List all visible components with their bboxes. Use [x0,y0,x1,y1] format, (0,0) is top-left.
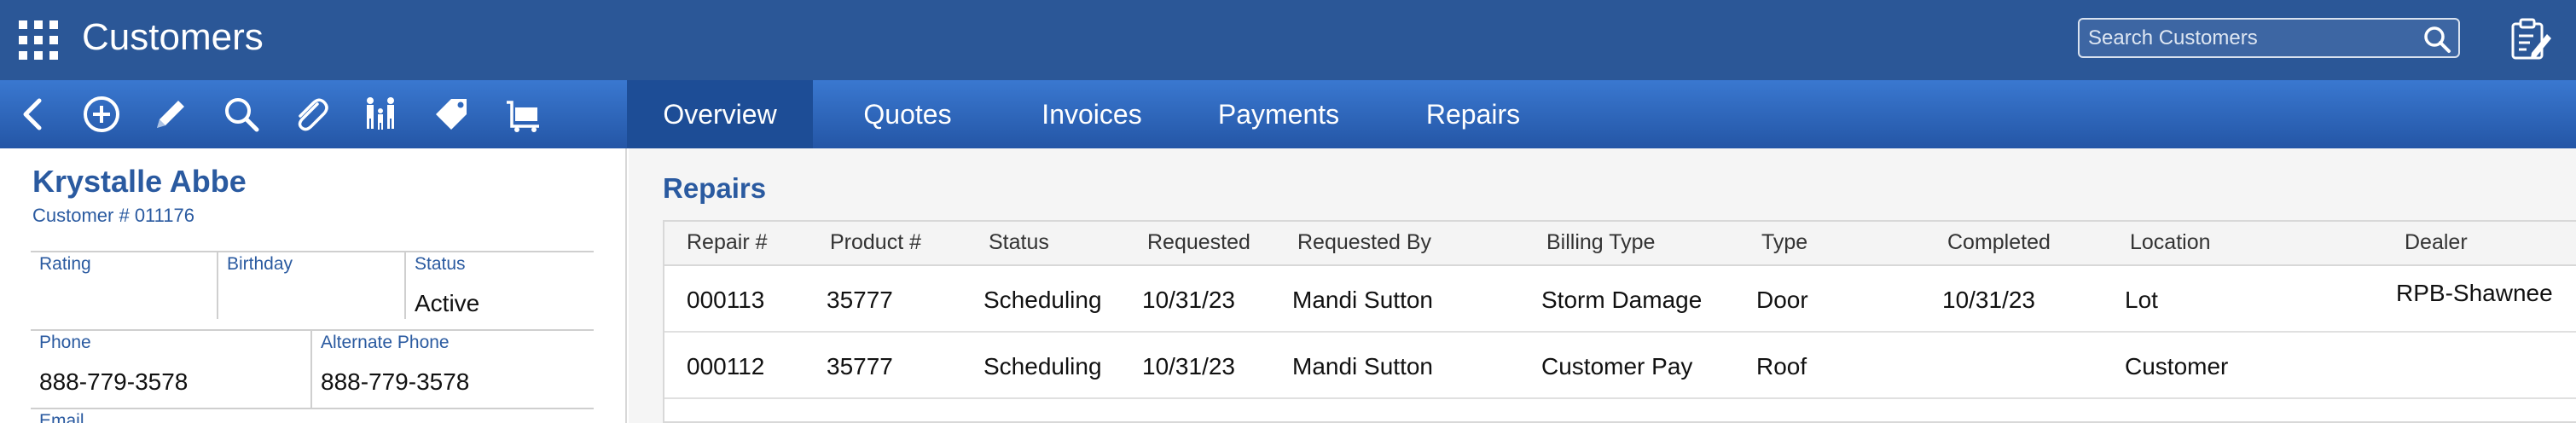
column-header-dealer[interactable]: Dealer [2405,230,2468,255]
app-title: Customers [82,16,264,58]
alternate-phone-label: Alternate Phone [321,333,450,352]
cell-type: Roof [1756,353,1807,380]
alternate-phone-value: 888-779-3578 [321,368,470,395]
tab-bar: Overview Quotes Invoices Payments Repair… [627,80,1570,148]
phone-value: 888-779-3578 [39,368,189,395]
add-circle-icon[interactable] [79,92,124,136]
cell-billing-type: Customer Pay [1541,353,1693,380]
rating-label: Rating [39,254,91,274]
nav-bar: Overview Quotes Invoices Payments Repair… [0,80,2576,148]
customer-profile-panel: Krystalle Abbe Customer # 011176 Rating … [0,148,627,423]
cell-dealer: RPB-Shawnee [2396,280,2553,306]
profile-row-phone: Phone 888-779-3578 Alternate Phone 888-7… [31,329,594,408]
column-header-location[interactable]: Location [2130,230,2211,255]
main-content: Repairs Repair # Product # Status Reques… [629,148,2576,423]
column-header-repair-number[interactable]: Repair # [687,230,768,255]
tab-invoices[interactable]: Invoices [1002,80,1181,148]
family-icon[interactable] [358,92,403,136]
cell-requested: 10/31/23 [1142,353,1235,380]
column-header-status[interactable]: Status [989,230,1049,255]
status-label: Status [415,254,466,274]
cell-location: Customer [2125,353,2229,380]
pencil-icon[interactable] [148,92,193,136]
cell-repair-number: 000113 [687,287,765,313]
cell-type: Door [1756,287,1808,313]
cell-repair-number: 000112 [687,353,765,380]
tab-payments[interactable]: Payments [1181,80,1376,148]
search-box [2078,18,2460,58]
search-icon[interactable] [219,92,264,136]
cell-completed: 10/31/23 [1942,287,2035,313]
table-header: Repair # Product # Status Requested Requ… [664,222,2576,266]
app-header: Customers [0,0,2576,80]
email-label: Email [39,411,84,423]
profile-row-rating: Rating Birthday Status Active [31,251,594,329]
status-value: Active [415,290,480,316]
customer-name: Krystalle Abbe [32,164,247,199]
column-header-requested-by[interactable]: Requested By [1297,230,1431,255]
phone-field[interactable]: Phone 888-779-3578 [31,331,312,409]
table-row[interactable]: 000112 35777 Scheduling 10/31/23 Mandi S… [664,333,2576,399]
customer-number: Customer # 011176 [32,205,194,226]
cell-product-number: 35777 [827,353,893,380]
status-field[interactable]: Status Active [406,252,594,331]
cell-requested: 10/31/23 [1142,287,1235,313]
alternate-phone-field[interactable]: Alternate Phone 888-779-3578 [312,331,594,409]
cell-status: Scheduling [983,353,1102,380]
tag-icon[interactable] [429,92,473,136]
rating-field[interactable]: Rating [31,252,217,331]
birthday-field[interactable]: Birthday [218,252,404,331]
cell-product-number: 35777 [827,287,893,313]
cell-requested-by: Mandi Sutton [1292,353,1433,380]
tab-repairs[interactable]: Repairs [1376,80,1570,148]
phone-label: Phone [39,333,91,352]
grid-icon[interactable] [19,20,58,60]
email-field[interactable]: Email [31,409,594,423]
column-header-requested[interactable]: Requested [1147,230,1250,255]
search-input[interactable] [2088,20,2404,56]
cell-status: Scheduling [983,287,1102,313]
repairs-table: Repair # Product # Status Requested Requ… [663,220,2576,423]
column-header-completed[interactable]: Completed [1947,230,2051,255]
clipboard-edit-icon[interactable] [2506,15,2554,63]
tab-quotes[interactable]: Quotes [813,80,1002,148]
cell-billing-type: Storm Damage [1541,287,1703,313]
profile-row-email: Email [31,408,594,423]
paperclip-icon[interactable] [288,92,333,136]
birthday-label: Birthday [227,254,293,274]
action-toolbar [0,80,627,148]
column-header-billing-type[interactable]: Billing Type [1546,230,1655,255]
column-header-product-number[interactable]: Product # [830,230,921,255]
tab-overview[interactable]: Overview [627,80,813,148]
magnifier-icon[interactable] [2422,25,2451,54]
cell-location: Lot [2125,287,2158,313]
repairs-section-title: Repairs [663,172,767,204]
cart-icon[interactable] [502,92,546,136]
cell-requested-by: Mandi Sutton [1292,287,1433,313]
table-row[interactable]: 000113 35777 Scheduling 10/31/23 Mandi S… [664,266,2576,333]
column-header-type[interactable]: Type [1761,230,1807,255]
back-arrow-icon[interactable] [12,92,56,136]
